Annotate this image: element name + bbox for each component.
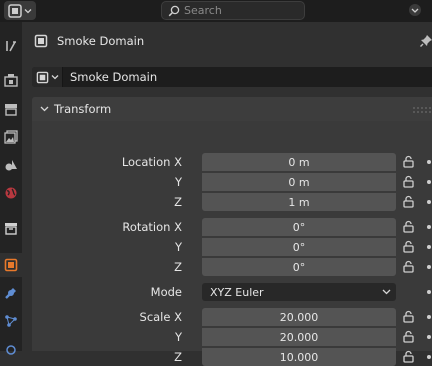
collection-icon (5, 223, 17, 235)
drag-grip-icon[interactable] (412, 106, 432, 114)
properties-header (0, 0, 432, 22)
properties-content: Smoke Domain Smoke Domain Transform Loca… (22, 22, 432, 366)
location-z-label: Z (174, 195, 182, 209)
keyframe-dot[interactable] (427, 315, 431, 319)
lock-icon[interactable] (402, 155, 415, 168)
rotation-x-field[interactable]: 0° (202, 218, 396, 236)
scale-x-label: Scale X (139, 310, 182, 324)
search-icon (168, 5, 180, 16)
world-icon (5, 187, 17, 199)
tab-view-layer[interactable] (0, 125, 22, 149)
rotation-y-label: Y (174, 240, 182, 254)
render-icon (4, 74, 18, 87)
tab-particles[interactable] (0, 309, 22, 333)
context-title: Smoke Domain (57, 34, 145, 48)
keyframe-dot[interactable] (427, 265, 431, 269)
chevron-down-icon (24, 8, 32, 13)
location-y-field[interactable]: 0 m (202, 173, 396, 191)
particles-icon (5, 315, 17, 327)
output-icon (5, 104, 17, 116)
tab-scene[interactable] (0, 153, 22, 177)
rotation-y-field[interactable]: 0° (202, 238, 396, 256)
lock-icon[interactable] (402, 175, 415, 188)
location-x-label: Location X (121, 155, 182, 169)
rotation-mode-dropdown[interactable]: XYZ Euler (202, 283, 396, 301)
transform-panel-header[interactable]: Transform (32, 97, 432, 121)
panel-title: Transform (54, 102, 112, 116)
search-box[interactable] (161, 1, 305, 20)
lock-icon[interactable] (402, 330, 415, 343)
keyframe-dot[interactable] (427, 335, 431, 339)
mode-label: Mode (150, 285, 182, 299)
rotation-z-field[interactable]: 0° (202, 258, 396, 276)
tab-render[interactable] (0, 68, 22, 92)
scene-icon (5, 160, 17, 171)
tab-output[interactable] (0, 97, 22, 121)
datablock-browse-button[interactable] (32, 67, 63, 87)
lock-icon[interactable] (402, 220, 415, 233)
location-x-field[interactable]: 0 m (202, 153, 396, 171)
properties-editor-icon (8, 3, 22, 18)
options-menu-button[interactable] (408, 3, 422, 20)
object-icon (36, 71, 48, 83)
object-name-field[interactable]: Smoke Domain (70, 70, 157, 84)
context-header: Smoke Domain (22, 22, 432, 60)
keyframe-dot[interactable] (427, 290, 431, 294)
tab-world[interactable] (0, 181, 22, 205)
keyframe-dot[interactable] (427, 200, 431, 204)
location-y-label: Y (174, 175, 182, 189)
chevron-down-icon (51, 75, 58, 80)
tool-icon (6, 41, 16, 52)
chevron-down-icon (409, 4, 421, 16)
object-icon (34, 34, 48, 48)
keyframe-dot[interactable] (427, 245, 431, 249)
physics-icon (6, 345, 16, 355)
keyframe-dot[interactable] (427, 160, 431, 164)
properties-tabs (0, 22, 22, 355)
tab-physics[interactable] (0, 336, 22, 360)
search-input[interactable] (184, 4, 294, 17)
tab-modifiers[interactable] (0, 281, 22, 305)
view-layer-icon (4, 130, 18, 144)
scale-y-label: Y (174, 330, 182, 344)
tab-collection[interactable] (0, 216, 22, 240)
transform-panel: Transform Location X 0 m Y 0 m Z 1 m Rot… (32, 97, 432, 366)
lock-icon[interactable] (402, 240, 415, 253)
lock-icon[interactable] (402, 310, 415, 323)
wrench-icon (5, 288, 16, 299)
location-z-field[interactable]: 1 m (202, 193, 396, 211)
chevron-down-icon (382, 289, 391, 295)
lock-icon[interactable] (402, 195, 415, 208)
object-datablock-selector[interactable]: Smoke Domain (32, 67, 432, 87)
tab-object[interactable] (0, 253, 22, 277)
lock-icon[interactable] (402, 260, 415, 273)
rotation-z-label: Z (174, 260, 182, 274)
rotation-x-label: Rotation X (122, 220, 182, 234)
keyframe-dot[interactable] (427, 355, 431, 359)
tab-tool[interactable] (0, 34, 22, 58)
editor-type-button[interactable] (4, 1, 36, 20)
rotation-mode-value: XYZ Euler (210, 285, 264, 299)
keyframe-dot[interactable] (427, 225, 431, 229)
object-icon (4, 258, 18, 272)
keyframe-dot[interactable] (427, 180, 431, 184)
scale-x-field[interactable]: 20.000 (202, 308, 396, 326)
lock-icon[interactable] (402, 350, 415, 363)
chevron-down-icon (40, 106, 49, 112)
scale-z-label: Z (174, 350, 182, 364)
pin-icon[interactable] (420, 34, 432, 47)
scale-y-field[interactable]: 20.000 (202, 328, 396, 346)
